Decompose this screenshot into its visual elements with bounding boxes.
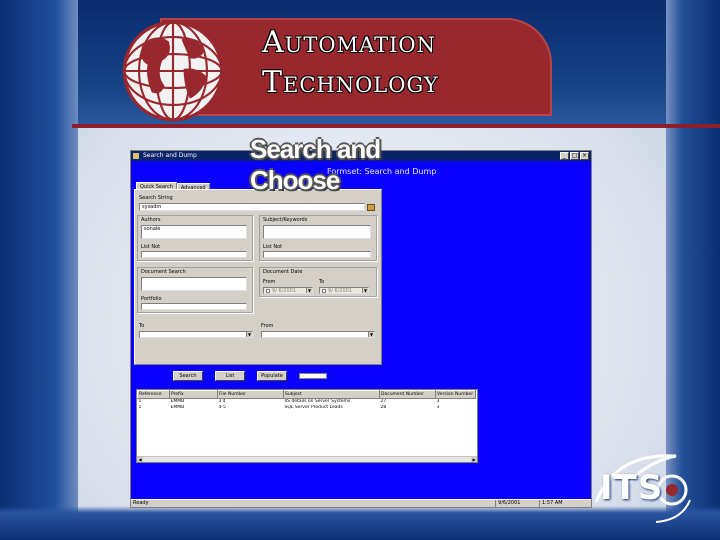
- slide-left-band: [0, 0, 78, 540]
- to-combo-label: To: [139, 323, 145, 329]
- chevron-down-icon[interactable]: ▼: [246, 332, 252, 337]
- subject-list-not-label: List Not: [263, 244, 283, 250]
- minimize-button[interactable]: _: [560, 152, 569, 160]
- authors-list-not-input[interactable]: [141, 251, 247, 258]
- portfolio-label: Portfolio: [141, 296, 162, 302]
- date-from-value: 9/ 6/2001: [272, 288, 297, 294]
- date-from-label: From: [263, 279, 276, 285]
- subject-input[interactable]: [263, 225, 371, 239]
- document-search-input[interactable]: [141, 277, 247, 291]
- close-button[interactable]: ×: [580, 152, 589, 160]
- date-from-picker[interactable]: 9/ 6/2001 ▼: [263, 287, 313, 294]
- slide-subtitle: Search and Choose: [250, 134, 381, 195]
- slide-title-line-2: Technology: [262, 65, 439, 100]
- document-search-label: Document Search: [141, 269, 186, 275]
- app-window: Search and Dump _ □ × Formset: Search an…: [130, 150, 592, 508]
- status-field: [299, 373, 327, 379]
- table-cell: 4-5: [218, 405, 226, 410]
- globe-icon: [122, 20, 224, 122]
- title-divider: [72, 124, 720, 128]
- status-date: 9/6/2001: [495, 500, 520, 507]
- chevron-down-icon[interactable]: ▼: [368, 332, 374, 337]
- column-header[interactable]: Document Number: [379, 390, 436, 399]
- authors-input[interactable]: sonale: [141, 225, 247, 239]
- results-grid[interactable]: Reference Prefix File Number Subject Doc…: [136, 389, 478, 463]
- date-to-checkbox[interactable]: [322, 288, 326, 293]
- app-icon: [133, 153, 139, 159]
- status-bar: Ready 9/6/2001 1:57 AM: [131, 499, 591, 507]
- scroll-right-icon[interactable]: ▶: [471, 457, 477, 462]
- table-cell: 28: [380, 405, 387, 410]
- from-combo-label: From: [261, 323, 274, 329]
- chevron-down-icon[interactable]: ▼: [306, 288, 312, 293]
- column-header[interactable]: File Number: [217, 390, 284, 399]
- chevron-down-icon[interactable]: ▼: [362, 288, 368, 293]
- authors-list-not-label: List Not: [141, 244, 161, 250]
- search-button[interactable]: Search: [173, 371, 203, 381]
- form-title: Formset: Search and Dump: [327, 167, 437, 176]
- date-to-value: 9/ 6/2001: [328, 288, 353, 294]
- list-button[interactable]: List: [215, 371, 245, 381]
- table-cell: 1: [138, 405, 142, 410]
- table-header-row: Reference Prefix File Number Subject Doc…: [137, 390, 476, 399]
- date-to-picker[interactable]: 9/ 6/2001 ▼: [319, 287, 369, 294]
- table-row[interactable]: 1 EMMB 4-5 SQL Server Product Leads 28 3: [138, 405, 476, 411]
- populate-button[interactable]: Populate: [257, 371, 287, 381]
- table-cell: EMMB: [170, 405, 185, 410]
- column-header[interactable]: Subject: [283, 390, 380, 399]
- search-string-label: Search String: [139, 195, 173, 201]
- subject-list-not-input[interactable]: [263, 251, 371, 258]
- to-combo[interactable]: ▼: [139, 331, 253, 338]
- lookup-icon[interactable]: [367, 204, 375, 211]
- from-combo[interactable]: ▼: [261, 331, 375, 338]
- column-header[interactable]: Prefix: [169, 390, 218, 399]
- its-logo-text: ITS: [600, 468, 664, 508]
- date-to-label: To: [319, 279, 325, 285]
- portfolio-input[interactable]: [141, 303, 247, 310]
- search-string-input[interactable]: sysadm: [139, 203, 365, 211]
- horizontal-scrollbar[interactable]: ◀ ▶: [137, 456, 477, 462]
- scroll-left-icon[interactable]: ◀: [137, 457, 143, 462]
- table-cell: 3: [436, 405, 440, 410]
- window-title: Search and Dump: [143, 152, 197, 159]
- column-header[interactable]: Reference: [137, 390, 170, 399]
- slide-title-line-1: Automation: [262, 25, 436, 60]
- status-time: 1:57 AM: [539, 500, 563, 507]
- status-text: Ready: [133, 500, 149, 506]
- window-controls: _ □ ×: [560, 152, 589, 160]
- results-table: Reference Prefix File Number Subject Doc…: [137, 390, 476, 411]
- date-from-checkbox[interactable]: [266, 288, 270, 293]
- subject-label: Subject/Keywords: [263, 217, 308, 223]
- document-date-label: Document Date: [263, 269, 303, 275]
- table-cell: SQL Server Product Leads: [284, 405, 343, 410]
- authors-label: Authors: [141, 217, 161, 223]
- maximize-button[interactable]: □: [570, 152, 579, 160]
- column-header[interactable]: Version Number: [435, 390, 476, 399]
